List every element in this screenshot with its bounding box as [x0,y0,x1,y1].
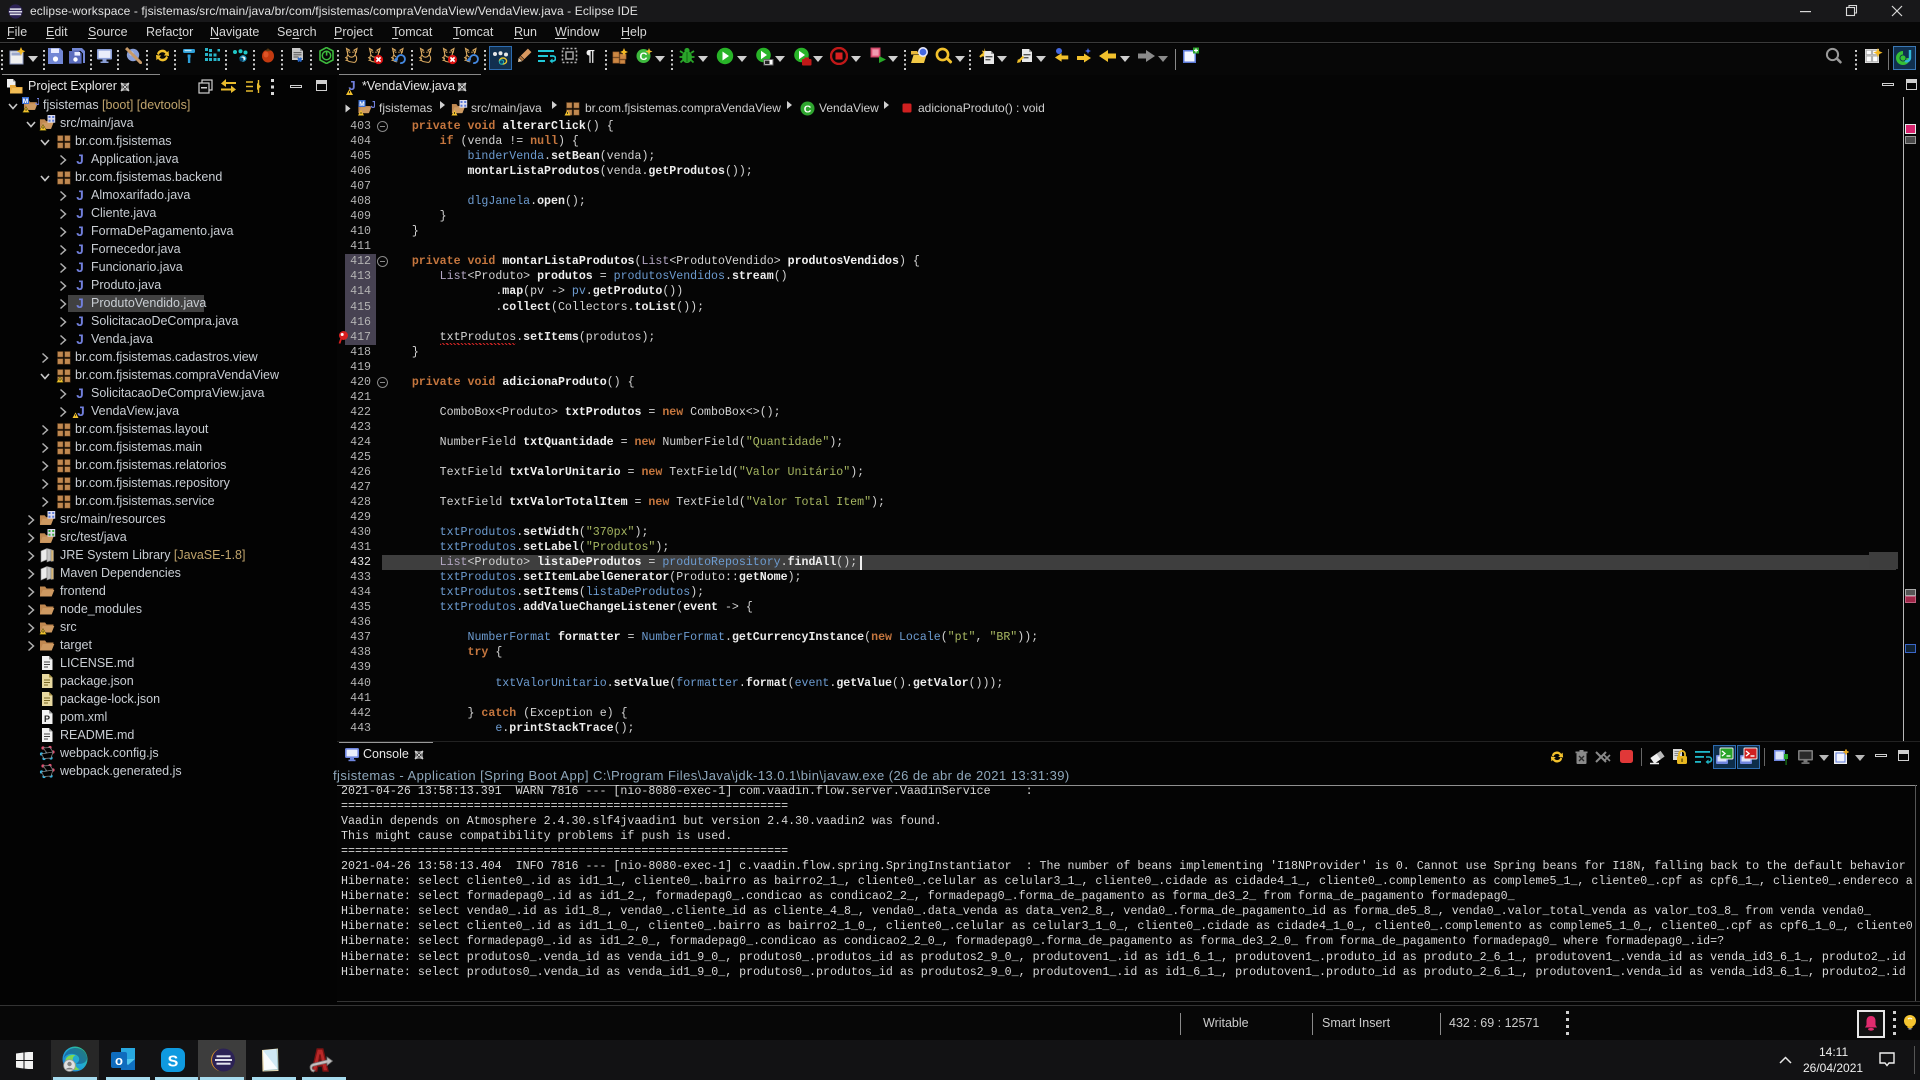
svg-text:J: J [76,314,84,329]
svg-text:J: J [76,206,84,221]
svg-text:M: M [23,98,28,105]
svg-text:S: S [168,1054,179,1071]
svg-text:J: J [371,100,376,111]
svg-text:J: J [77,404,85,419]
svg-text:M: M [359,101,364,108]
svg-text:J: J [76,260,84,275]
svg-text:P: P [44,714,50,724]
svg-text:o: o [115,1053,123,1068]
svg-text:J: J [76,242,84,257]
svg-text:C: C [640,51,648,63]
svg-text:C: C [804,104,812,116]
svg-text:J: J [76,386,84,401]
svg-text:J: J [76,278,84,293]
svg-text:J: J [76,332,84,347]
svg-text:J: J [76,296,84,311]
svg-text:J: J [76,152,84,167]
svg-text:J: J [76,188,84,203]
svg-text:J: J [76,224,84,239]
svg-text:J: J [35,97,39,108]
